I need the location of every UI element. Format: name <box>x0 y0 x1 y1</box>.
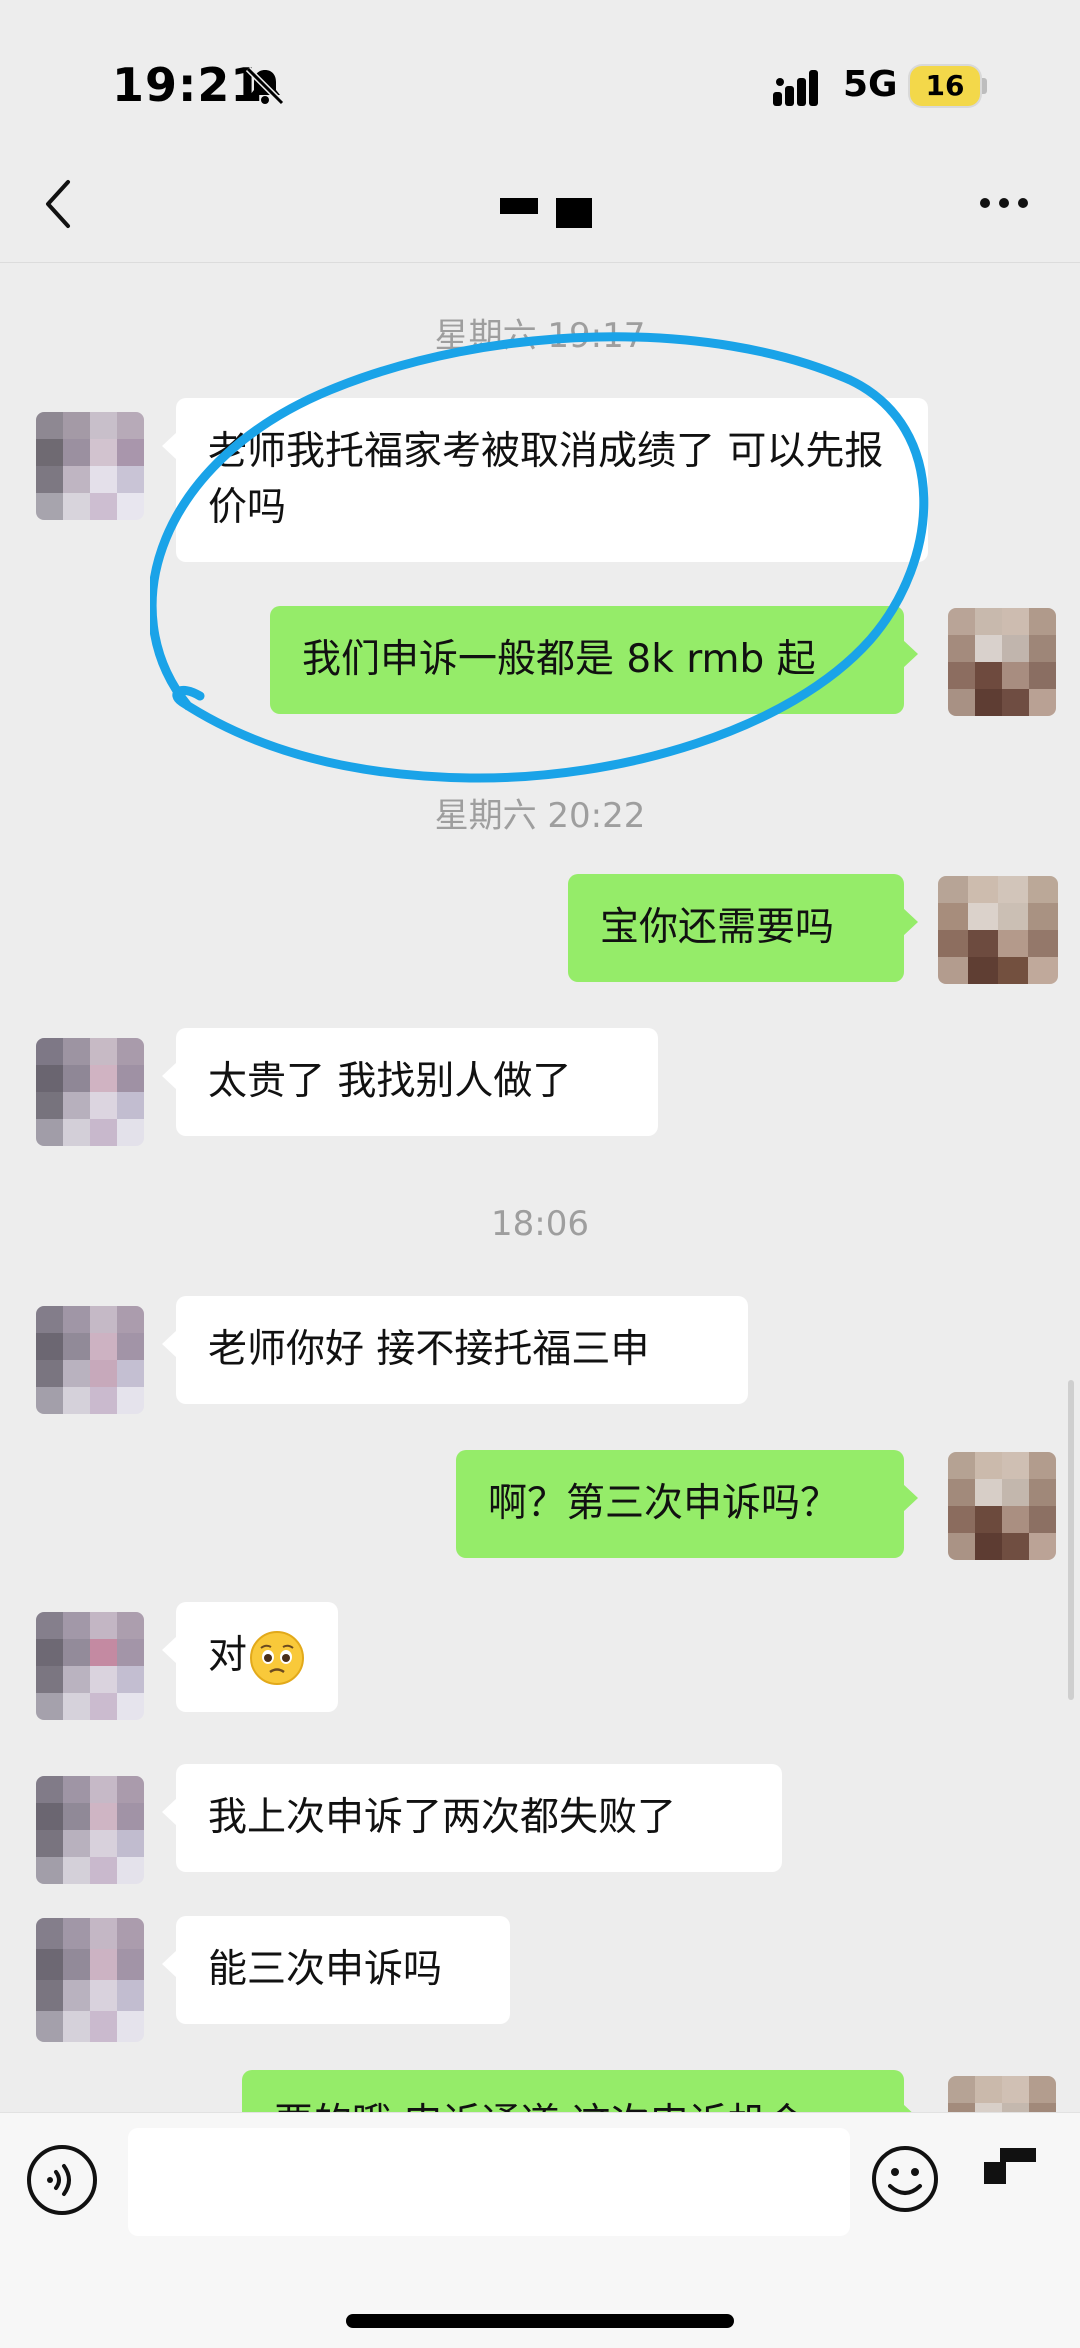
signal-icon <box>773 70 818 106</box>
network-label: 5G <box>843 64 898 105</box>
timestamp: 18:06 <box>491 1204 589 1244</box>
emoji-icon[interactable] <box>870 2144 940 2214</box>
message-bubble[interactable]: 老师你好 接不接托福三申 <box>162 1296 748 1404</box>
battery-level: 16 <box>925 69 965 102</box>
message-bubble[interactable]: 啊？第三次申诉吗？ <box>456 1450 918 1558</box>
timestamp: 星期六 19:17 <box>434 316 646 356</box>
message-bubble[interactable]: 对 <box>162 1602 338 1712</box>
home-indicator[interactable] <box>346 2314 734 2328</box>
more-functions-redacted[interactable] <box>980 2148 1042 2188</box>
battery-nub <box>982 78 987 94</box>
message-text: 对 <box>208 1633 248 1678</box>
timestamp: 星期六 20:22 <box>434 796 646 836</box>
nav-divider <box>0 262 1080 263</box>
message-bubble[interactable]: 能三次申诉吗 <box>162 1916 510 2024</box>
my-avatar[interactable] <box>938 876 1058 984</box>
my-avatar[interactable] <box>948 608 1056 716</box>
voice-icon[interactable] <box>24 2142 100 2218</box>
message-bubble[interactable]: 我上次申诉了两次都失败了 <box>162 1764 782 1872</box>
contact-avatar[interactable] <box>36 1306 144 1414</box>
status-time: 19:21 <box>112 58 264 112</box>
contact-avatar[interactable] <box>36 1776 144 1884</box>
pleading-face-emoji-icon <box>250 1630 305 1685</box>
message-bubble[interactable]: 宝你还需要吗 <box>568 874 918 982</box>
contact-avatar[interactable] <box>36 1918 144 2042</box>
message-bubble[interactable]: 我们申诉一般都是 8k rmb 起 <box>270 606 918 714</box>
bell-muted-icon <box>245 66 285 106</box>
annotation-circle <box>150 332 929 783</box>
contact-avatar[interactable] <box>36 1038 144 1146</box>
message-bubble[interactable]: 太贵了 我找别人做了 <box>162 1028 658 1136</box>
chat-title-redacted <box>500 194 596 234</box>
my-avatar[interactable] <box>948 1452 1056 1560</box>
back-icon[interactable] <box>40 176 80 232</box>
scrollbar[interactable] <box>1068 1380 1074 1700</box>
contact-avatar[interactable] <box>36 412 144 520</box>
more-icon[interactable] <box>978 196 1030 210</box>
message-bubble[interactable]: 老师我托福家考被取消成绩了 可以先报价吗 <box>162 398 928 562</box>
chat-screen: 19:21 5G 16 星期六 19:17 老师我托福家考被取消成绩了 可以先报… <box>0 0 1080 2348</box>
contact-avatar[interactable] <box>36 1612 144 1720</box>
message-input[interactable] <box>128 2128 850 2236</box>
